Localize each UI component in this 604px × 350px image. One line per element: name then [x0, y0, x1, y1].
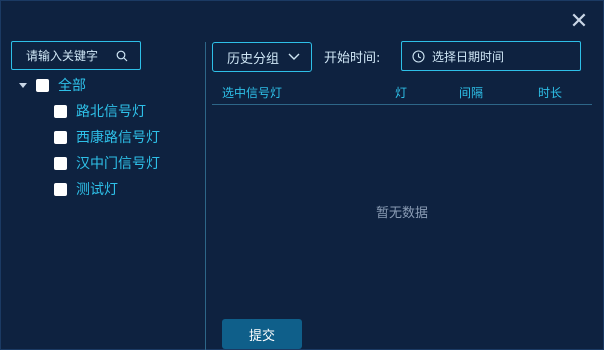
caret-down-icon[interactable]: [18, 80, 28, 90]
tree-item-label: 测试灯: [76, 182, 118, 198]
column-interval: 间隔: [459, 86, 484, 100]
start-time-picker[interactable]: 选择日期时间: [401, 41, 581, 71]
table-empty-text: 暂无数据: [375, 206, 428, 221]
checkbox-xikang[interactable]: [54, 130, 67, 144]
history-group-select[interactable]: 历史分组: [212, 42, 312, 72]
tree-node-label: 全部: [58, 78, 86, 94]
search-input[interactable]: 请输入关键字: [11, 41, 141, 70]
clock-icon: [412, 50, 425, 63]
history-group-value: 历史分组: [227, 51, 280, 67]
tree-item-test[interactable]: 测试灯: [54, 179, 118, 199]
search-icon[interactable]: [116, 50, 128, 62]
table-header: 选中信号灯 灯 间隔 时长: [212, 79, 592, 105]
tree-node-all[interactable]: 全部: [18, 75, 86, 95]
search-placeholder: 请输入关键字: [26, 49, 99, 63]
tree-item-xikang[interactable]: 西康路信号灯: [54, 127, 160, 147]
checkbox-all[interactable]: [36, 78, 49, 92]
submit-button[interactable]: 提交: [222, 319, 302, 349]
tree-item-label: 汉中门信号灯: [76, 156, 160, 172]
signal-history-dialog: ✕ 请输入关键字 全部 路北信号灯 西康路信号灯 汉中门信号灯 测试灯 历史分组…: [0, 0, 604, 350]
panel-divider: [205, 42, 206, 350]
tree-item-label: 路北信号灯: [76, 104, 146, 120]
chevron-down-icon: [288, 53, 300, 60]
column-light: 灯: [395, 86, 408, 100]
column-duration: 时长: [538, 86, 563, 100]
tree-item-label: 西康路信号灯: [76, 130, 160, 146]
close-icon[interactable]: ✕: [569, 11, 589, 33]
tree-item-hanzhongmen[interactable]: 汉中门信号灯: [54, 153, 160, 173]
checkbox-lubei[interactable]: [54, 104, 67, 118]
tree-item-lubei[interactable]: 路北信号灯: [54, 101, 146, 121]
date-placeholder: 选择日期时间: [432, 49, 505, 64]
signal-tree-panel: 请输入关键字 全部 路北信号灯 西康路信号灯 汉中门信号灯 测试灯: [1, 35, 206, 350]
start-time-label: 开始时间:: [324, 51, 381, 66]
checkbox-test[interactable]: [54, 182, 67, 196]
column-selected-light: 选中信号灯: [222, 86, 283, 100]
checkbox-hanzhongmen[interactable]: [54, 156, 67, 170]
